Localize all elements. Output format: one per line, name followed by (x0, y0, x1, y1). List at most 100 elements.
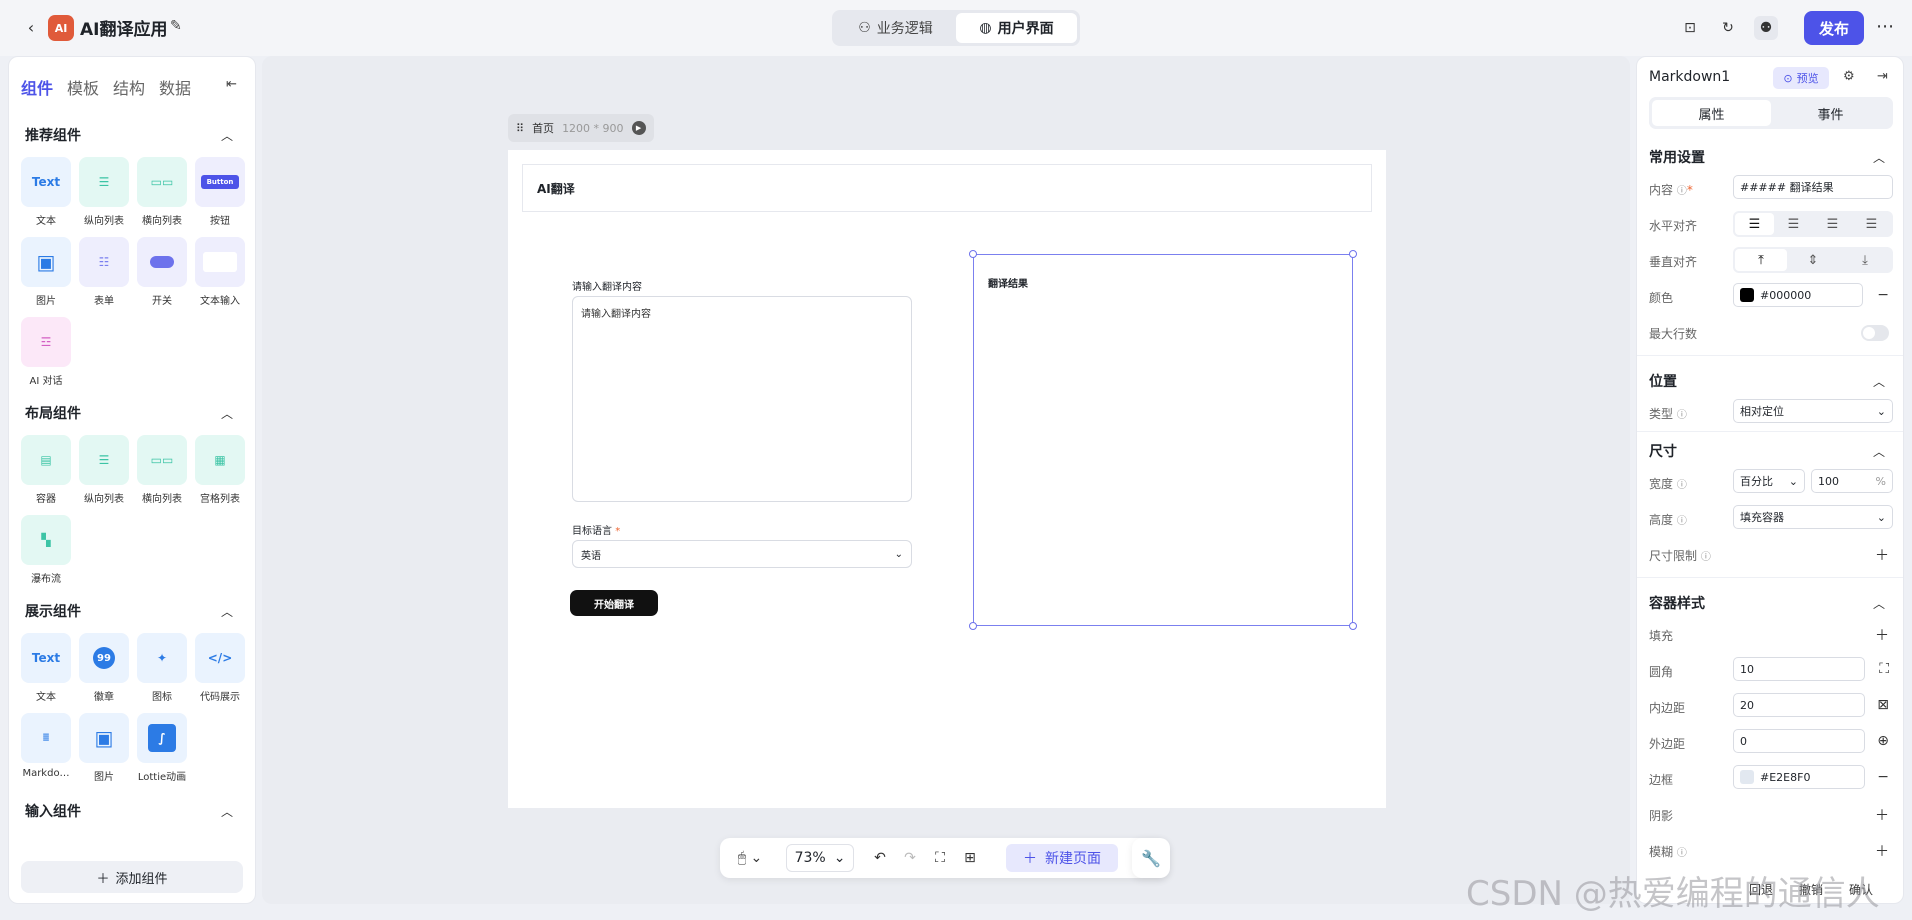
color-input[interactable]: #000000 (1733, 283, 1863, 307)
tile-code-display[interactable]: </> (195, 633, 245, 683)
tile-image[interactable]: ▣ (21, 237, 71, 287)
grid-view-icon[interactable]: ⊞ (958, 846, 982, 870)
tab-properties[interactable]: 属性 (1652, 100, 1771, 126)
settings-icon[interactable]: ⚙ (1843, 69, 1855, 84)
margin-sides-icon[interactable]: ⊕ (1877, 733, 1889, 749)
padding-input[interactable]: 20 (1733, 693, 1865, 717)
plus-icon[interactable]: ＋ (1875, 805, 1889, 825)
plus-icon[interactable]: ＋ (1875, 545, 1889, 565)
minus-icon[interactable]: − (1877, 769, 1889, 785)
width-value-input[interactable]: 100% (1811, 469, 1893, 493)
save-icon[interactable]: ⊡ (1678, 16, 1702, 40)
publish-button[interactable]: 发布 (1804, 11, 1864, 45)
edit-title-icon[interactable]: ✎ (170, 18, 188, 36)
undo-icon[interactable]: ↶ (868, 846, 892, 870)
redo-icon[interactable]: ↷ (898, 846, 922, 870)
page-header[interactable]: AI翻译 (522, 164, 1372, 212)
expand-corners-icon[interactable]: ⛶ (1879, 661, 1889, 677)
mode-user-interface[interactable]: ◍ 用户界面 (956, 13, 1077, 43)
tile-horizontal-list[interactable]: ▭▭ (137, 157, 187, 207)
chevron-up-icon[interactable]: ︿ (221, 405, 233, 422)
plus-icon[interactable]: ＋ (1875, 841, 1889, 861)
resize-handle[interactable] (969, 622, 977, 630)
tab-components[interactable]: 组件 (21, 75, 53, 99)
resize-handle[interactable] (1349, 250, 1357, 258)
back-arrow-icon[interactable]: ‹ (20, 16, 42, 38)
plus-icon[interactable]: ＋ (1875, 625, 1889, 645)
wrench-icon[interactable]: 🔧 (1132, 838, 1170, 878)
tile-text[interactable]: Text (21, 157, 71, 207)
tile-icon[interactable]: ✦ (137, 633, 187, 683)
align-top-icon[interactable]: ⤒ (1735, 249, 1787, 271)
mode-business-logic[interactable]: ⚇ 业务逻辑 (835, 13, 956, 43)
chevron-up-icon[interactable]: ︿ (221, 603, 233, 620)
more-icon[interactable]: ⋯ (1876, 16, 1894, 37)
tile-vertical-list[interactable]: ☰ (79, 157, 129, 207)
start-translate-button[interactable]: 开始翻译 (570, 590, 658, 616)
tile-switch[interactable] (137, 237, 187, 287)
tile-waterfall[interactable]: ▚ (21, 515, 71, 565)
tab-templates[interactable]: 模板 (67, 75, 99, 99)
resize-handle[interactable] (1349, 622, 1357, 630)
tab-data[interactable]: 数据 (159, 75, 191, 99)
zoom-select[interactable]: 73% ⌄ (786, 844, 854, 872)
max-lines-toggle[interactable] (1861, 325, 1889, 341)
align-bottom-icon[interactable]: ⤓ (1839, 249, 1891, 271)
tile-text-input[interactable] (195, 237, 245, 287)
drag-handle-icon[interactable]: ⠿ (516, 122, 524, 135)
tile-markdown[interactable]: ≣ (21, 713, 71, 763)
width-mode-select[interactable]: 百分比 ⌄ (1733, 469, 1805, 493)
add-component-button[interactable]: ＋添加组件 (21, 861, 243, 893)
padding-sides-icon[interactable]: ⊠ (1877, 697, 1889, 713)
tile-button[interactable]: Button (195, 157, 245, 207)
chevron-up-icon[interactable]: ︿ (1873, 149, 1885, 166)
history-icon[interactable]: ↻ (1716, 16, 1740, 40)
border-color-input[interactable]: #E2E8F0 (1733, 765, 1865, 789)
markdown-result-selected[interactable]: 翻译结果 (969, 250, 1357, 630)
preview-button[interactable]: ⊙ 预览 (1773, 67, 1829, 89)
tab-structure[interactable]: 结构 (113, 75, 145, 99)
tile-horizontal-list[interactable]: ▭▭ (137, 435, 187, 485)
margin-input[interactable]: 0 (1733, 729, 1865, 753)
top-bar: ‹ AI AI翻译应用 ✎ ⚇ 业务逻辑 ◍ 用户界面 ⊡ ↻ ⚉ 发布 ⋯ (0, 0, 1912, 56)
tile-vertical-list[interactable]: ☰ (79, 435, 129, 485)
collapse-right-icon[interactable]: ⇥ (1877, 69, 1888, 84)
align-left-icon[interactable]: ☰ (1735, 213, 1774, 235)
tile-grid-list[interactable]: ▦ (195, 435, 245, 485)
new-page-button[interactable]: ＋新建页面 (1006, 844, 1118, 872)
page-tag[interactable]: ⠿ 首页 1200 * 900 ▶ (508, 114, 654, 142)
chevron-up-icon[interactable]: ︿ (221, 127, 233, 144)
fit-screen-icon[interactable]: ⛶ (928, 846, 952, 870)
play-icon[interactable]: ▶ (631, 121, 646, 135)
tile-ai-chat[interactable]: ☲ (21, 317, 71, 367)
chevron-up-icon[interactable]: ︿ (1873, 443, 1885, 460)
tab-events[interactable]: 事件 (1771, 100, 1890, 126)
collaborators-icon[interactable]: ⚉ (1754, 16, 1778, 40)
translate-input[interactable]: 请输入翻译内容 (572, 296, 912, 502)
color-swatch[interactable] (1740, 770, 1754, 784)
radius-input[interactable]: 10 (1733, 657, 1865, 681)
align-middle-icon[interactable]: ⇕ (1787, 249, 1839, 271)
tile-container[interactable]: ▤ (21, 435, 71, 485)
chevron-up-icon[interactable]: ︿ (1873, 373, 1885, 390)
chevron-up-icon[interactable]: ︿ (221, 803, 233, 820)
align-justify-icon[interactable]: ☰ (1852, 213, 1891, 235)
tile-text[interactable]: Text (21, 633, 71, 683)
minus-icon[interactable]: − (1877, 287, 1889, 303)
tile-form[interactable]: ☷ (79, 237, 129, 287)
resize-handle[interactable] (969, 250, 977, 258)
pointer-mode-icon[interactable]: 🖱 ⌄ (732, 846, 768, 870)
content-input[interactable]: ##### 翻译结果 (1733, 175, 1893, 199)
collapse-panel-icon[interactable]: ⇤ (226, 77, 237, 92)
align-right-icon[interactable]: ☰ (1813, 213, 1852, 235)
tile-image[interactable]: ▣ (79, 713, 129, 763)
target-language-select[interactable]: 英语 ⌄ (572, 540, 912, 568)
color-swatch[interactable] (1740, 288, 1754, 302)
page-frame[interactable]: AI翻译 请输入翻译内容 请输入翻译内容 目标语言 * 英语 ⌄ 开始翻译 翻译结… (508, 150, 1386, 808)
height-select[interactable]: 填充容器 ⌄ (1733, 505, 1893, 529)
tile-badge[interactable]: 99 (79, 633, 129, 683)
chevron-up-icon[interactable]: ︿ (1873, 595, 1885, 612)
tile-lottie[interactable]: ∫ (137, 713, 187, 763)
align-center-icon[interactable]: ☰ (1774, 213, 1813, 235)
position-type-select[interactable]: 相对定位 ⌄ (1733, 399, 1893, 423)
